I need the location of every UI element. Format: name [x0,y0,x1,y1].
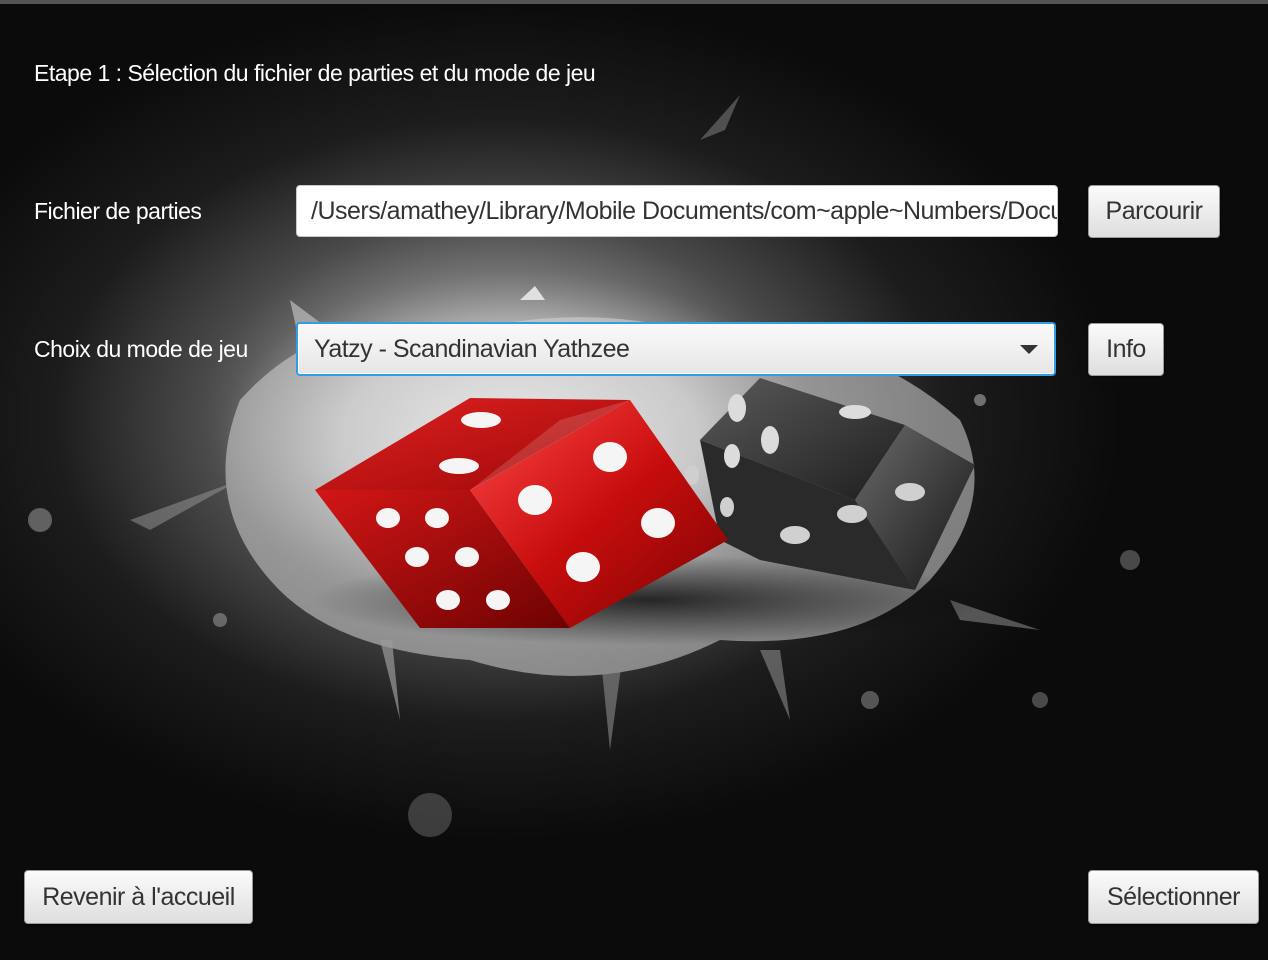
file-label: Fichier de parties [34,198,202,224]
select-button[interactable]: Sélectionner [1088,870,1259,924]
back-to-home-button[interactable]: Revenir à l'accueil [24,870,253,924]
file-path-input[interactable]: /Users/amathey/Library/Mobile Documents/… [296,185,1058,237]
info-button[interactable]: Info [1088,323,1164,376]
step-title: Etape 1 : Sélection du fichier de partie… [34,60,596,86]
mode-label: Choix du mode de jeu [34,336,248,362]
game-mode-selected-value: Yatzy - Scandinavian Yathzee [314,335,630,363]
game-mode-select[interactable]: Yatzy - Scandinavian Yathzee [296,322,1056,376]
app-window: Etape 1 : Sélection du fichier de partie… [0,0,1268,960]
browse-button[interactable]: Parcourir [1088,185,1220,238]
chevron-down-icon [1020,345,1038,354]
dice-background-image [28,95,1140,837]
